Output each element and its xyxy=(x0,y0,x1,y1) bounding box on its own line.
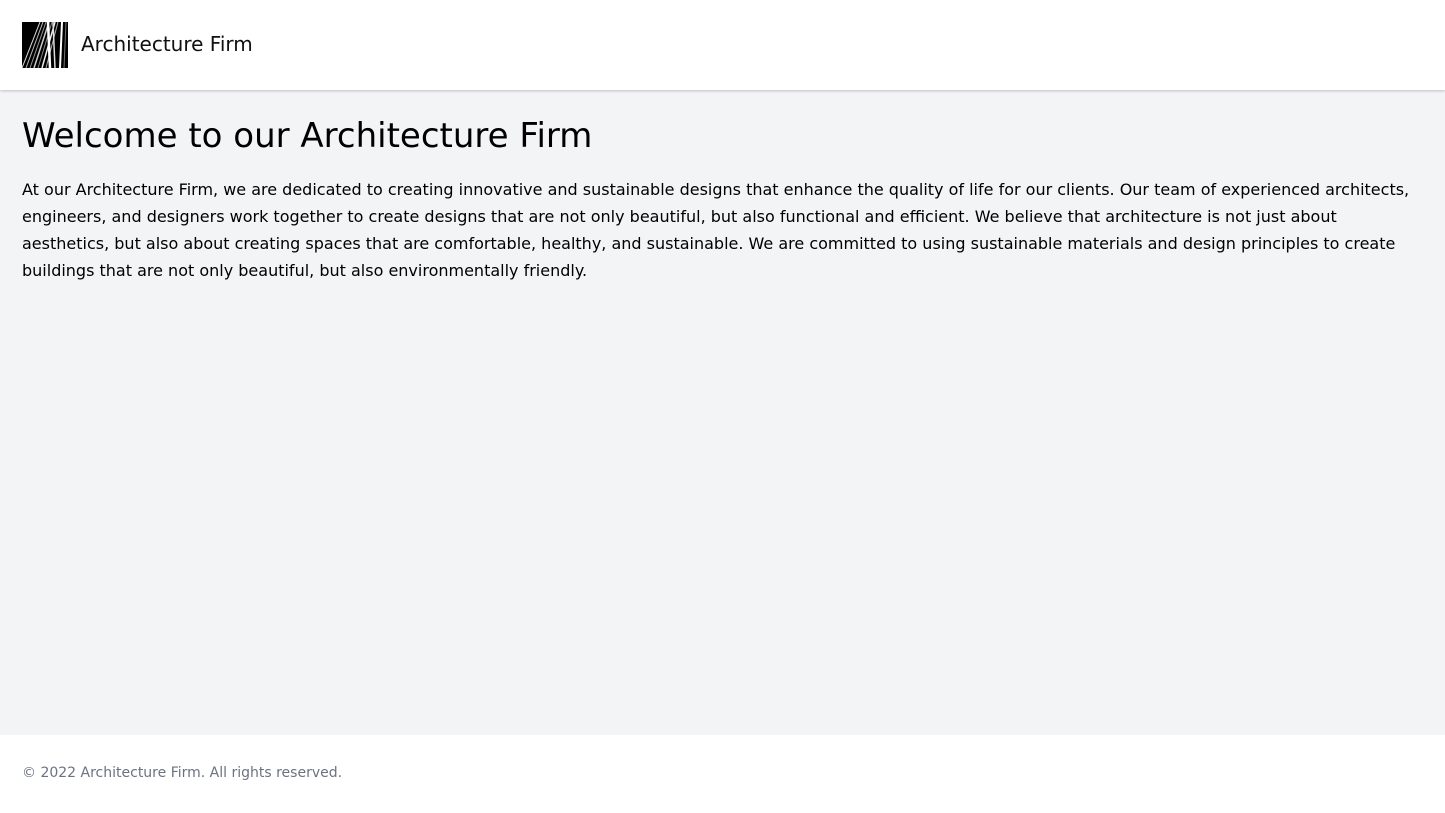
brand-name[interactable]: Architecture Firm xyxy=(81,30,253,58)
site-footer: © 2022 Architecture Firm. All rights res… xyxy=(0,735,1445,813)
site-header: Architecture Firm xyxy=(0,0,1445,90)
main-content: Welcome to our Architecture Firm At our … xyxy=(0,90,1445,735)
intro-paragraph: At our Architecture Firm, we are dedicat… xyxy=(22,180,1410,280)
copyright-text: © 2022 Architecture Firm. All rights res… xyxy=(22,765,343,781)
page-title: Welcome to our Architecture Firm xyxy=(22,116,593,156)
building-facade-icon[interactable] xyxy=(21,21,68,69)
